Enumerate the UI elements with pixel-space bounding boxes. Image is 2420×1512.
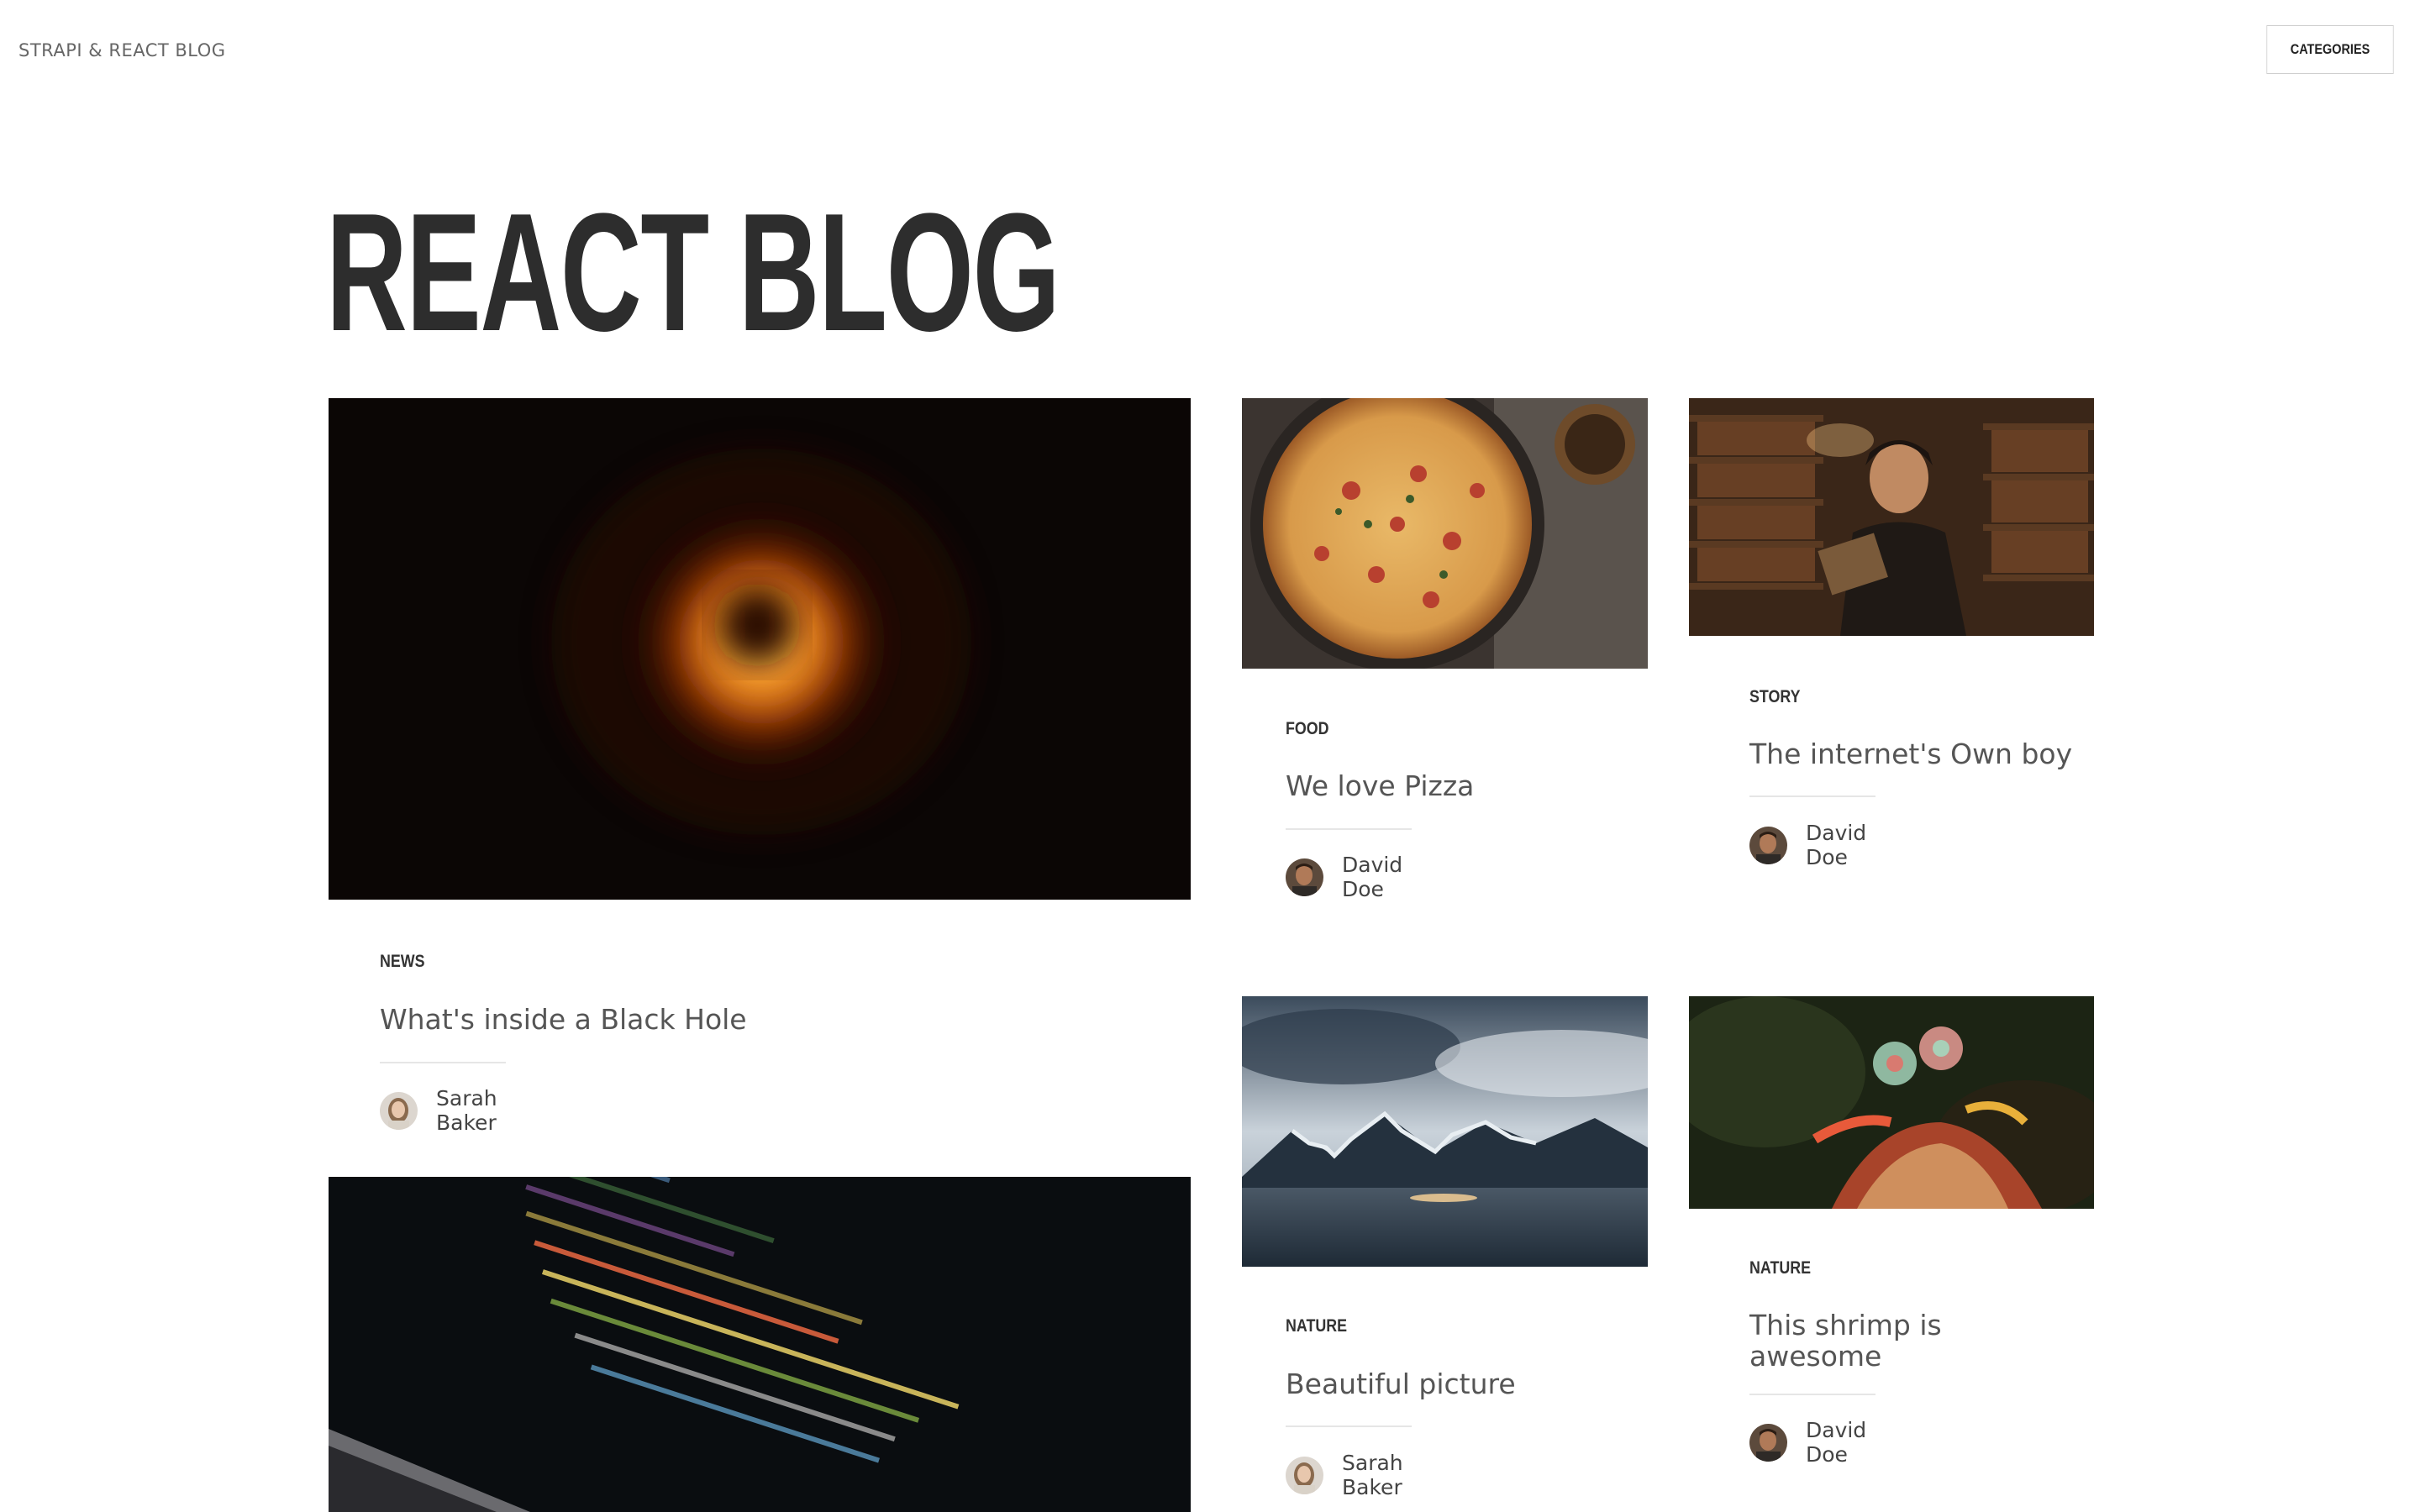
article-author: Sarah Baker <box>380 1086 497 1135</box>
categories-button[interactable]: CATEGORIES <box>2266 25 2394 74</box>
mantis-shrimp-image[interactable] <box>1689 996 2094 1209</box>
author-avatar <box>1749 826 1787 864</box>
article-author: Sarah Baker <box>1286 1451 1403 1499</box>
author-name: David Doe <box>1342 853 1403 901</box>
article-title[interactable]: We love Pizza <box>1286 770 1622 801</box>
article-category: FOOD <box>1286 719 1329 738</box>
pizza-image[interactable] <box>1242 398 1648 669</box>
library-man-image[interactable] <box>1689 398 2094 636</box>
page-title: REACT BLOG <box>326 179 1060 366</box>
article-category: STORY <box>1749 687 1801 706</box>
author-name: David Doe <box>1806 1418 1867 1467</box>
author-name: Sarah Baker <box>436 1086 497 1135</box>
author-avatar <box>1286 858 1323 896</box>
title-divider <box>380 1062 506 1063</box>
article-author: David Doe <box>1749 1418 1866 1467</box>
article-author: David Doe <box>1286 853 1402 901</box>
article-category: NATURE <box>1286 1316 1348 1336</box>
site-brand[interactable]: STRAPI & REACT BLOG <box>18 40 226 60</box>
black-hole-image[interactable] <box>329 398 1191 900</box>
title-divider <box>1286 828 1412 830</box>
author-name: David Doe <box>1806 821 1867 869</box>
article-title[interactable]: Beautiful picture <box>1286 1368 1622 1399</box>
article-author: David Doe <box>1749 821 1866 869</box>
article-title[interactable]: This shrimp is awesome <box>1749 1310 1968 1372</box>
author-name: Sarah Baker <box>1342 1451 1403 1499</box>
article-title[interactable]: The internet's Own boy <box>1749 738 2086 769</box>
code-laptop-image[interactable] <box>329 1177 1191 1512</box>
author-avatar <box>1749 1423 1787 1462</box>
mountains-image[interactable] <box>1242 996 1648 1267</box>
author-avatar <box>1286 1456 1323 1494</box>
title-divider <box>1286 1425 1412 1427</box>
title-divider <box>1749 795 1876 797</box>
author-avatar <box>380 1091 418 1130</box>
article-category: NEWS <box>380 952 425 971</box>
article-title[interactable]: What's inside a Black Hole <box>380 1004 1136 1035</box>
title-divider <box>1749 1394 1876 1395</box>
article-category: NATURE <box>1749 1258 1812 1278</box>
